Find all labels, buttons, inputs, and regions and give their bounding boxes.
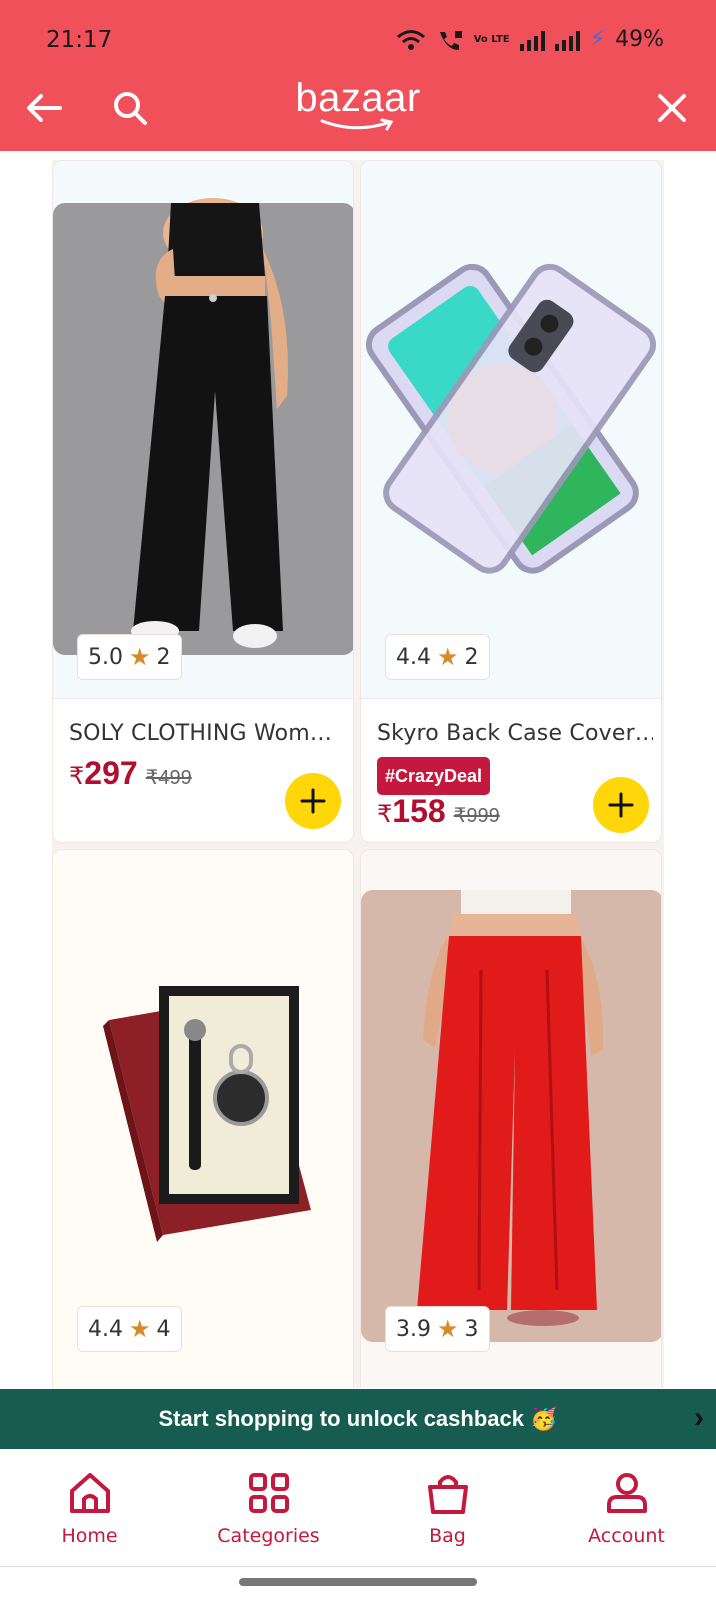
review-count: 2 bbox=[464, 644, 479, 670]
product-card[interactable]: 4.4 ★ 4 bbox=[52, 849, 354, 1388]
currency-symbol: ₹ bbox=[377, 801, 393, 828]
product-card[interactable]: 4.4 ★ 2 Skyro Back Case Cover… #CrazyDea… bbox=[360, 160, 662, 843]
account-icon bbox=[606, 1473, 647, 1513]
selling-price: ₹158 bbox=[377, 793, 446, 830]
smile-arrow-icon bbox=[320, 118, 394, 131]
plus-icon bbox=[300, 788, 326, 814]
status-bar: 21:17 Vo LTE ⚡ 49% bbox=[0, 0, 716, 80]
deal-badge: #CrazyDeal bbox=[377, 757, 491, 795]
nav-item-bag[interactable]: Bag bbox=[358, 1449, 537, 1570]
rating-badge: 3.9 ★ 3 bbox=[385, 1306, 490, 1352]
bag-icon bbox=[427, 1475, 468, 1514]
rating-badge: 5.0 ★ 2 bbox=[77, 634, 182, 680]
review-count: 4 bbox=[156, 1316, 171, 1342]
price-row: ₹297 ₹499 bbox=[69, 755, 192, 792]
cashback-banner[interactable]: Start shopping to unlock cashback 🥳 › bbox=[0, 1389, 716, 1449]
product-title[interactable]: Skyro Back Case Cover… bbox=[377, 721, 653, 746]
selling-price: ₹297 bbox=[69, 755, 138, 792]
nav-label: Categories bbox=[217, 1525, 320, 1547]
rating-value: 4.4 bbox=[88, 1316, 123, 1342]
phone-case-image bbox=[365, 263, 657, 574]
rating-value: 4.4 bbox=[396, 644, 431, 670]
nav-label: Bag bbox=[429, 1525, 466, 1547]
gesture-handle[interactable] bbox=[239, 1578, 477, 1586]
bottom-nav: Home Categories Bag Account bbox=[0, 1449, 716, 1570]
app-header: 21:17 Vo LTE ⚡ 49% bazaar bbox=[0, 0, 716, 151]
back-button[interactable] bbox=[22, 86, 66, 130]
volte-indicator: Vo LTE bbox=[473, 33, 510, 45]
brand-name: bazaar bbox=[295, 76, 421, 120]
nav-item-home[interactable]: Home bbox=[0, 1449, 179, 1570]
brand-logo: bazaar bbox=[293, 76, 423, 139]
rating-value: 5.0 bbox=[88, 644, 123, 670]
star-icon: ★ bbox=[437, 1315, 459, 1343]
star-icon: ★ bbox=[129, 643, 151, 671]
battery-percent: 49% bbox=[615, 27, 664, 52]
selling-price-value: 158 bbox=[392, 793, 446, 829]
currency-symbol: ₹ bbox=[69, 763, 85, 790]
product-image[interactable] bbox=[361, 161, 661, 699]
wifi-icon bbox=[396, 29, 425, 50]
product-grid: 5.0 ★ 2 SOLY CLOTHING Wom… ₹297 ₹499 4.4… bbox=[52, 160, 664, 1388]
home-icon bbox=[69, 1473, 110, 1513]
status-time: 21:17 bbox=[46, 27, 113, 53]
chevron-right-icon[interactable]: › bbox=[694, 1401, 704, 1435]
price-row: ₹158 ₹999 bbox=[377, 793, 500, 830]
product-card[interactable]: 3.9 ★ 3 bbox=[360, 849, 662, 1388]
selling-price-value: 297 bbox=[84, 755, 138, 791]
product-title[interactable]: SOLY CLOTHING Wom… bbox=[69, 721, 345, 746]
star-icon: ★ bbox=[129, 1315, 151, 1343]
product-image[interactable] bbox=[53, 161, 353, 699]
signal-2-icon bbox=[554, 29, 580, 51]
black-trousers-image bbox=[53, 198, 353, 655]
nav-divider bbox=[0, 1566, 716, 1567]
review-count: 2 bbox=[156, 644, 171, 670]
original-price: ₹999 bbox=[453, 805, 500, 827]
arrow-left-icon bbox=[27, 94, 62, 122]
nav-item-categories[interactable]: Categories bbox=[179, 1449, 358, 1570]
categories-icon bbox=[248, 1473, 289, 1513]
add-to-bag-button[interactable] bbox=[285, 773, 341, 829]
status-icons: Vo LTE ⚡ 49% bbox=[396, 27, 664, 52]
wifi-call-icon bbox=[439, 30, 462, 50]
search-button[interactable] bbox=[108, 86, 152, 130]
close-icon bbox=[658, 94, 686, 122]
charging-icon: ⚡ bbox=[589, 27, 606, 52]
close-button[interactable] bbox=[650, 86, 694, 130]
star-icon: ★ bbox=[437, 643, 459, 671]
product-card[interactable]: 5.0 ★ 2 SOLY CLOTHING Wom… ₹297 ₹499 bbox=[52, 160, 354, 843]
add-to-bag-button[interactable] bbox=[593, 777, 649, 833]
rating-badge: 4.4 ★ 2 bbox=[385, 634, 490, 680]
review-count: 3 bbox=[464, 1316, 479, 1342]
plus-icon bbox=[608, 792, 634, 818]
rating-badge: 4.4 ★ 4 bbox=[77, 1306, 182, 1352]
nav-label: Home bbox=[61, 1525, 118, 1547]
original-price: ₹499 bbox=[145, 767, 192, 789]
rating-value: 3.9 bbox=[396, 1316, 431, 1342]
cashback-text: Start shopping to unlock cashback 🥳 bbox=[158, 1406, 558, 1431]
signal-1-icon bbox=[519, 29, 545, 51]
nav-item-account[interactable]: Account bbox=[537, 1449, 716, 1570]
search-icon bbox=[114, 92, 147, 125]
nav-label: Account bbox=[588, 1525, 665, 1547]
